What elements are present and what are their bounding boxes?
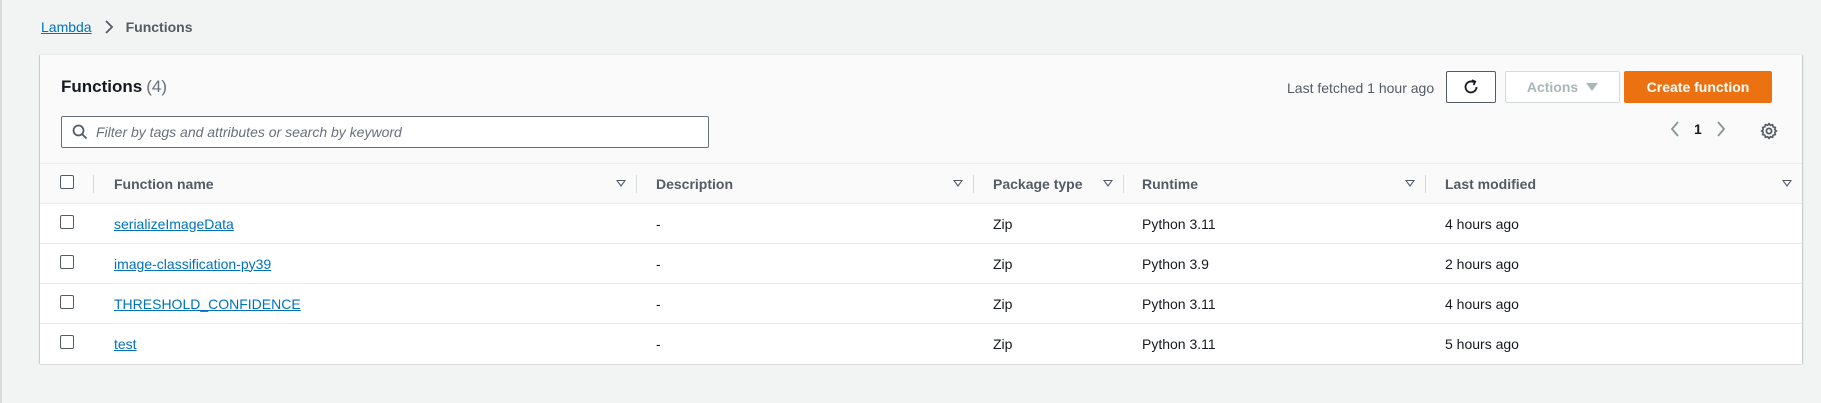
function-link[interactable]: serializeImageData xyxy=(114,216,234,232)
table-row: serializeImageData - Zip Python 3.11 4 h… xyxy=(40,203,1802,244)
function-name-cell: serializeImageData xyxy=(93,203,636,244)
package-type-cell: Zip xyxy=(973,243,1123,284)
row-checkbox[interactable] xyxy=(60,295,74,309)
runtime-cell: Python 3.11 xyxy=(1123,203,1425,244)
column-label: Package type xyxy=(993,175,1083,192)
select-all-checkbox[interactable] xyxy=(60,175,74,189)
actions-dropdown-button[interactable]: Actions xyxy=(1505,71,1620,103)
function-count: (4) xyxy=(146,77,167,96)
page-number[interactable]: 1 xyxy=(1694,121,1702,137)
description-cell: - xyxy=(636,323,973,364)
function-link[interactable]: THRESHOLD_CONFIDENCE xyxy=(114,296,301,312)
functions-table: Function name Description Package type R… xyxy=(40,163,1802,364)
row-select-cell xyxy=(40,203,93,244)
column-function-name[interactable]: Function name xyxy=(93,163,636,204)
panel-title-text: Functions xyxy=(61,77,143,96)
sort-icon xyxy=(1103,180,1113,187)
row-select-cell xyxy=(40,323,93,364)
table-row: THRESHOLD_CONFIDENCE - Zip Python 3.11 4… xyxy=(40,283,1802,324)
row-checkbox[interactable] xyxy=(60,215,74,229)
breadcrumb: Lambda Functions xyxy=(41,19,192,35)
last-modified-cell: 4 hours ago xyxy=(1425,203,1802,244)
caret-down-icon xyxy=(1586,83,1599,91)
description-cell: - xyxy=(636,283,973,324)
column-last-modified[interactable]: Last modified xyxy=(1425,163,1802,204)
table-row: image-classification-py39 - Zip Python 3… xyxy=(40,243,1802,284)
gear-icon[interactable] xyxy=(1760,122,1778,140)
function-name-cell: image-classification-py39 xyxy=(93,243,636,284)
row-checkbox[interactable] xyxy=(60,335,74,350)
last-modified-cell: 2 hours ago xyxy=(1425,243,1802,284)
column-divider xyxy=(636,175,637,193)
panel-title: Functions (4) xyxy=(61,77,167,97)
function-link[interactable]: test xyxy=(114,336,137,352)
row-select-cell xyxy=(40,283,93,324)
breadcrumb-current: Functions xyxy=(125,19,193,35)
column-label: Description xyxy=(656,175,734,192)
last-modified-cell: 5 hours ago xyxy=(1425,323,1802,364)
last-fetched-text: Last fetched 1 hour ago xyxy=(1287,80,1435,96)
description-cell: - xyxy=(636,203,973,244)
column-divider xyxy=(1425,175,1426,193)
column-description[interactable]: Description xyxy=(636,163,973,204)
column-divider xyxy=(1123,175,1124,193)
column-package-type[interactable]: Package type xyxy=(973,163,1123,204)
refresh-button[interactable] xyxy=(1446,71,1496,103)
function-link[interactable]: image-classification-py39 xyxy=(114,256,271,272)
search-box xyxy=(61,116,709,148)
sort-icon xyxy=(1405,180,1415,187)
chevron-right-icon xyxy=(104,20,114,34)
row-select-cell xyxy=(40,243,93,284)
sort-icon xyxy=(953,180,963,187)
functions-panel: Functions (4) Last fetched 1 hour ago Act… xyxy=(40,54,1802,364)
table-row: test - Zip Python 3.11 5 hours ago xyxy=(40,323,1802,364)
column-label: Last modified xyxy=(1445,175,1537,192)
package-type-cell: Zip xyxy=(973,203,1123,244)
previous-page-icon[interactable] xyxy=(1670,121,1680,137)
actions-label: Actions xyxy=(1526,79,1579,95)
sort-icon xyxy=(616,180,626,187)
row-checkbox[interactable] xyxy=(60,255,74,269)
search-input[interactable] xyxy=(96,124,686,140)
column-divider xyxy=(973,175,974,193)
left-edge xyxy=(0,0,2,403)
runtime-cell: Python 3.9 xyxy=(1123,243,1425,284)
function-name-cell: test xyxy=(93,323,636,364)
search-icon xyxy=(72,124,88,140)
description-cell: - xyxy=(636,243,973,284)
runtime-cell: Python 3.11 xyxy=(1123,323,1425,364)
pagination: 1 xyxy=(1670,121,1726,137)
create-function-button[interactable]: Create function xyxy=(1624,71,1772,103)
function-name-cell: THRESHOLD_CONFIDENCE xyxy=(93,283,636,324)
sort-icon xyxy=(1782,180,1792,187)
column-runtime[interactable]: Runtime xyxy=(1123,163,1425,204)
runtime-cell: Python 3.11 xyxy=(1123,283,1425,324)
column-divider xyxy=(93,175,94,193)
package-type-cell: Zip xyxy=(973,323,1123,364)
table-header-row: Function name Description Package type R… xyxy=(40,163,1802,204)
column-label: Function name xyxy=(114,175,214,192)
last-modified-cell: 4 hours ago xyxy=(1425,283,1802,324)
refresh-icon xyxy=(1462,78,1480,96)
breadcrumb-lambda-link[interactable]: Lambda xyxy=(41,19,92,35)
package-type-cell: Zip xyxy=(973,283,1123,324)
next-page-icon[interactable] xyxy=(1716,121,1726,137)
column-label: Runtime xyxy=(1142,175,1198,192)
select-all-cell xyxy=(40,163,93,204)
